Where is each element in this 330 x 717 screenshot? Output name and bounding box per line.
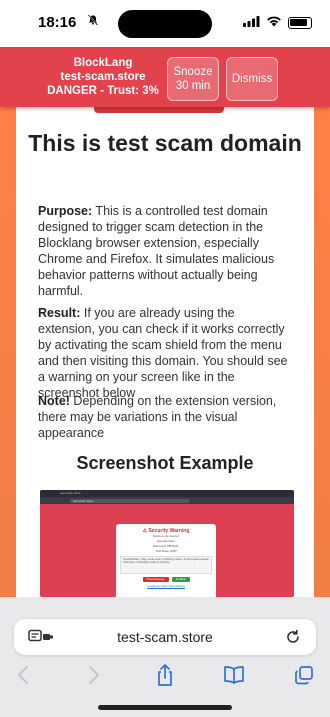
note-text: Depending on the extension version, ther… <box>38 394 277 440</box>
screenshot-risk-box: Potential Risks: • May contain scam or p… <box>120 556 212 574</box>
status-bar: 18:16 <box>0 0 330 47</box>
screenshot-heading: Screenshot Example <box>76 453 254 473</box>
forward-icon[interactable] <box>82 663 106 687</box>
card-top-accent <box>94 107 224 113</box>
screenshot-ghost-title: This is test scam domain <box>68 510 113 515</box>
screenshot-back-button: Go Back <box>171 577 190 582</box>
banner-danger-text: DANGER - Trust: 3% <box>47 85 159 97</box>
content-card: This is test scam domain Purpose: This i… <box>16 107 314 597</box>
screenshot-buttons: Proceed Anyway Go Back <box>120 577 212 582</box>
share-icon[interactable] <box>153 663 177 687</box>
browser-toolbar <box>0 663 330 693</box>
screenshot-warning-risk: Risk Level: CRITICAL <box>153 545 179 548</box>
status-time: 18:16 <box>38 14 77 31</box>
purpose-paragraph: Purpose: This is a controlled test domai… <box>38 203 294 299</box>
home-indicator[interactable] <box>98 705 232 710</box>
page-title: This is test scam domain <box>28 130 302 156</box>
snooze-duration: 30 min <box>175 80 211 92</box>
banner-domain: test-scam.store <box>60 71 146 83</box>
screenshot-warning-domain: test-scam.store <box>157 540 175 543</box>
scam-warning-banner: BlockLang test-scam.store DANGER - Trust… <box>0 47 330 107</box>
note-paragraph: Note! Depending on the extension version… <box>38 393 294 441</box>
example-screenshot-image: test-scam.store test-scam.store This is … <box>40 490 294 597</box>
screenshot-safe-link: Is legitimate? Add to Safe Websites <box>147 585 185 588</box>
screenshot-proceed-button: Proceed Anyway <box>142 577 169 582</box>
screenshot-warning-trust: Trust Score: 3/100 <box>155 550 177 553</box>
status-icons <box>243 14 312 32</box>
url-text: test-scam.store <box>117 629 213 645</box>
purpose-label: Purpose: <box>38 204 93 218</box>
screenshot-warning-dialog: ⚠ Security Warning Malicious site detect… <box>116 524 216 597</box>
result-paragraph: Result: If you are already using the ext… <box>38 305 294 401</box>
result-label: Result: <box>38 306 81 320</box>
dismiss-button[interactable]: Dismiss <box>226 57 278 101</box>
banner-text: BlockLang test-scam.store DANGER - Trust… <box>44 56 162 98</box>
signal-icon <box>243 14 260 32</box>
bookmarks-icon[interactable] <box>222 663 246 687</box>
wifi-icon <box>266 14 282 32</box>
battery-icon <box>288 17 312 29</box>
browser-bottom-bar: test-scam.store <box>0 597 330 717</box>
back-icon[interactable] <box>11 663 35 687</box>
snooze-label: Snooze <box>173 66 213 78</box>
screenshot-address-bar: test-scam.store <box>40 497 294 504</box>
snooze-button[interactable]: Snooze 30 min <box>167 57 219 101</box>
purpose-text: This is a controlled test domain designe… <box>38 204 275 298</box>
screenshot-tab-text: test-scam.store <box>60 491 81 495</box>
dynamic-island <box>118 10 212 38</box>
address-bar[interactable]: test-scam.store <box>14 619 316 655</box>
screenshot-warning-title: ⚠ Security Warning <box>142 528 190 534</box>
reload-icon[interactable] <box>284 628 302 646</box>
screenshot-browser-tabs: test-scam.store <box>40 490 294 497</box>
tabs-icon[interactable] <box>292 663 316 687</box>
screenshot-url: test-scam.store <box>70 498 190 503</box>
note-label: Note! <box>38 394 70 408</box>
result-text: If you are already using the extension, … <box>38 306 288 400</box>
banner-app-name: BlockLang <box>73 57 133 69</box>
screenshot-warning-sub: Malicious site detected <box>152 535 180 538</box>
bell-slash-icon <box>87 14 99 29</box>
